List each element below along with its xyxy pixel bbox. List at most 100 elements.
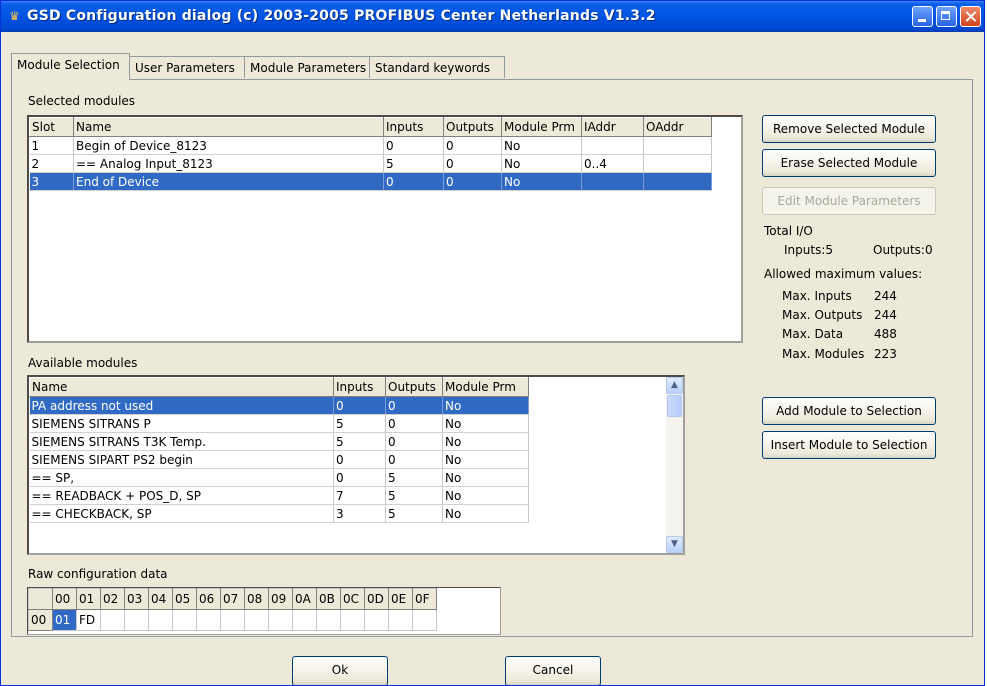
raw-cell[interactable]	[148, 609, 173, 631]
tab-user-parameters[interactable]: User Parameters	[129, 56, 245, 78]
scrollbar-thumb[interactable]	[667, 395, 682, 417]
column-header-slot[interactable]: Slot	[29, 117, 74, 137]
allowed-max-label: Allowed maximum values:	[764, 267, 923, 281]
max-inputs-value: 244	[874, 289, 897, 303]
available-modules-list[interactable]: Name Inputs Outputs Module Prm PA addres…	[27, 375, 685, 555]
column-header-inputs[interactable]: Inputs	[383, 117, 444, 137]
selected-modules-table: Slot Name Inputs Outputs Module Prm IAdd…	[29, 117, 712, 191]
tab-module-parameters[interactable]: Module Parameters	[244, 56, 370, 78]
raw-cell[interactable]	[244, 609, 269, 631]
raw-cell[interactable]	[292, 609, 317, 631]
column-header-inputs[interactable]: Inputs	[333, 377, 386, 397]
total-inputs-value: Inputs:5	[784, 243, 834, 257]
cell-name: End of Device	[73, 172, 384, 191]
cell-outputs: 5	[385, 504, 443, 523]
raw-config-grid[interactable]: 00 01 02 03 04 05 06 07 08 09 0A 0B 0C 0…	[27, 587, 501, 635]
raw-row-header: 00	[28, 609, 53, 631]
cell-module-prm: No	[501, 154, 582, 173]
raw-col-header: 08	[244, 588, 269, 610]
scroll-down-arrow-icon[interactable]: ▼	[666, 536, 683, 553]
list-item[interactable]: SIEMENS SIPART PS2 begin 0 0 No	[29, 450, 529, 469]
available-modules-scrollbar[interactable]: ▲ ▼	[666, 377, 683, 553]
selected-modules-list[interactable]: Slot Name Inputs Outputs Module Prm IAdd…	[27, 115, 743, 343]
close-button[interactable]	[960, 6, 981, 27]
list-item[interactable]: SIEMENS SITRANS P 5 0 No	[29, 414, 529, 433]
title-bar[interactable]: ♛ GSD Configuration dialog (c) 2003-2005…	[1, 1, 984, 32]
raw-cell[interactable]: 01	[52, 609, 77, 631]
column-header-name[interactable]: Name	[73, 117, 384, 137]
raw-cell[interactable]	[388, 609, 413, 631]
cell-iaddr	[581, 136, 644, 155]
ok-button[interactable]: Ok	[292, 656, 388, 685]
cell-module-prm: No	[442, 432, 529, 451]
cell-oaddr	[643, 172, 712, 191]
cell-inputs: 0	[333, 468, 386, 487]
raw-cell[interactable]	[196, 609, 221, 631]
scroll-up-arrow-icon[interactable]: ▲	[666, 377, 683, 394]
max-outputs-label: Max. Outputs	[782, 308, 863, 322]
column-header-iaddr[interactable]: IAddr	[581, 117, 644, 137]
column-header-name[interactable]: Name	[29, 377, 334, 397]
table-row[interactable]: 2 == Analog Input_8123 5 0 No 0..4	[29, 154, 712, 173]
raw-cell[interactable]	[100, 609, 125, 631]
raw-cell[interactable]	[364, 609, 389, 631]
raw-data-row: 00 01 FD	[28, 609, 437, 631]
maximize-button[interactable]	[936, 6, 957, 27]
column-header-outputs[interactable]: Outputs	[385, 377, 443, 397]
max-data-label: Max. Data	[782, 327, 844, 341]
raw-corner-cell	[28, 588, 53, 610]
raw-cell[interactable]	[220, 609, 245, 631]
remove-selected-module-button[interactable]: Remove Selected Module	[762, 115, 936, 143]
cell-slot: 1	[29, 136, 74, 155]
cell-inputs: 0	[333, 450, 386, 469]
raw-col-header: 06	[196, 588, 221, 610]
minimize-button[interactable]	[912, 6, 933, 27]
list-item[interactable]: == SP, 0 5 No	[29, 468, 529, 487]
column-header-module-prm[interactable]: Module Prm	[501, 117, 582, 137]
cell-oaddr	[643, 154, 712, 173]
raw-cell[interactable]	[172, 609, 197, 631]
table-row-selected[interactable]: 3 End of Device 0 0 No	[29, 172, 712, 191]
cell-outputs: 0	[385, 396, 443, 415]
selected-modules-label: Selected modules	[28, 94, 136, 108]
table-row[interactable]: 1 Begin of Device_8123 0 0 No	[29, 136, 712, 155]
cell-inputs: 5	[333, 432, 386, 451]
cell-outputs: 0	[385, 414, 443, 433]
max-modules-value: 223	[874, 347, 897, 361]
column-header-oaddr[interactable]: OAddr	[643, 117, 712, 137]
column-header-outputs[interactable]: Outputs	[443, 117, 502, 137]
edit-module-parameters-button[interactable]: Edit Module Parameters	[762, 187, 936, 215]
raw-cell[interactable]	[124, 609, 149, 631]
raw-cell[interactable]	[268, 609, 293, 631]
cell-module-prm: No	[442, 450, 529, 469]
table-header-row: Slot Name Inputs Outputs Module Prm IAdd…	[29, 117, 712, 137]
erase-selected-module-button[interactable]: Erase Selected Module	[762, 149, 936, 177]
cell-iaddr: 0..4	[581, 154, 644, 173]
add-module-button[interactable]: Add Module to Selection	[762, 397, 936, 425]
raw-cell[interactable]	[316, 609, 341, 631]
column-header-module-prm[interactable]: Module Prm	[442, 377, 529, 397]
cell-outputs: 0	[385, 450, 443, 469]
available-modules-table: Name Inputs Outputs Module Prm PA addres…	[29, 377, 529, 523]
raw-header-row: 00 01 02 03 04 05 06 07 08 09 0A 0B 0C 0…	[28, 588, 437, 610]
tab-standard-keywords[interactable]: Standard keywords	[369, 56, 505, 78]
list-item[interactable]: == CHECKBACK, SP 3 5 No	[29, 504, 529, 523]
list-item[interactable]: == READBACK + POS_D, SP 7 5 No	[29, 486, 529, 505]
raw-cell[interactable]	[340, 609, 365, 631]
cell-iaddr	[581, 172, 644, 191]
raw-col-header: 0D	[364, 588, 389, 610]
cancel-button[interactable]: Cancel	[505, 656, 601, 685]
insert-module-button[interactable]: Insert Module to Selection	[762, 431, 936, 459]
raw-col-header: 0E	[388, 588, 413, 610]
raw-config-table: 00 01 02 03 04 05 06 07 08 09 0A 0B 0C 0…	[28, 588, 437, 631]
cell-name: Begin of Device_8123	[73, 136, 384, 155]
cell-name: == READBACK + POS_D, SP	[29, 486, 334, 505]
raw-col-header: 03	[124, 588, 149, 610]
list-item[interactable]: SIEMENS SITRANS T3K Temp. 5 0 No	[29, 432, 529, 451]
raw-cell[interactable]	[412, 609, 437, 631]
raw-col-header: 0C	[340, 588, 365, 610]
raw-cell[interactable]: FD	[76, 609, 101, 631]
cell-name: SIEMENS SITRANS P	[29, 414, 334, 433]
list-item-selected[interactable]: PA address not used 0 0 No	[29, 396, 529, 415]
tab-module-selection[interactable]: Module Selection	[11, 53, 130, 80]
